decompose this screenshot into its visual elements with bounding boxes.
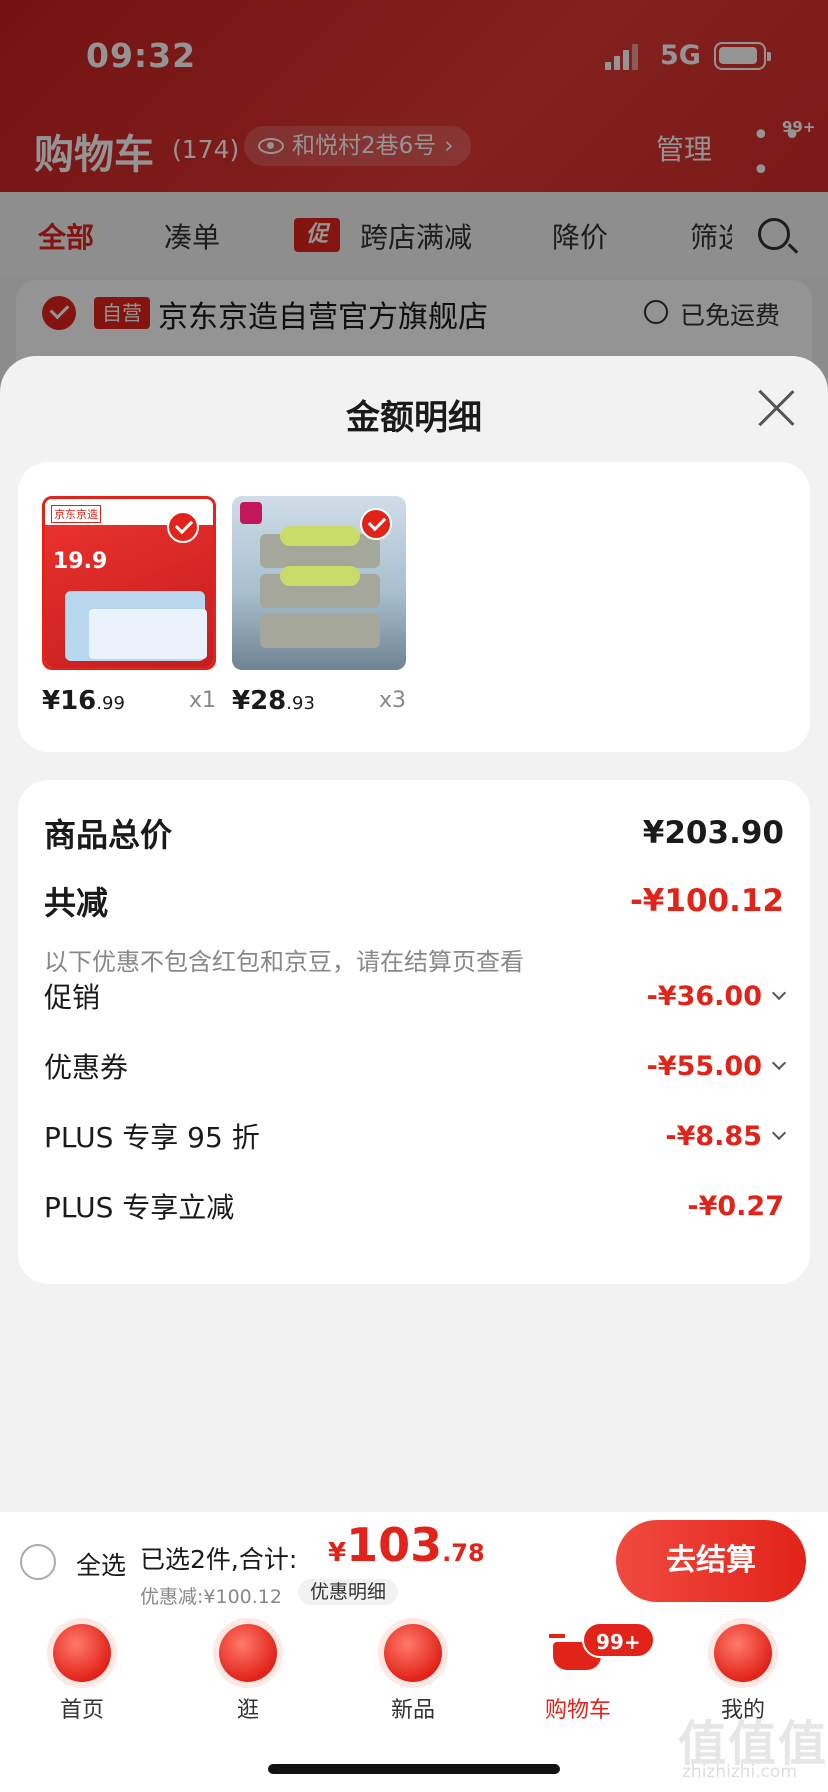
brand-logo bbox=[240, 502, 262, 524]
close-icon[interactable] bbox=[756, 388, 796, 428]
discount-detail-button[interactable]: 优惠明细 bbox=[298, 1579, 399, 1605]
profile-icon bbox=[714, 1624, 772, 1682]
chevron-down-icon bbox=[771, 1125, 787, 1141]
new-product-icon bbox=[384, 1624, 442, 1682]
browse-icon bbox=[219, 1624, 277, 1682]
product-checkbox[interactable] bbox=[360, 508, 392, 540]
sheet-title: 金额明细 bbox=[346, 398, 482, 438]
chevron-down-icon bbox=[771, 1055, 787, 1071]
home-icon bbox=[53, 1624, 111, 1682]
product-item[interactable]: ¥28.93 x3 bbox=[232, 496, 406, 716]
tab-new[interactable]: 新品 bbox=[358, 1624, 468, 1724]
discount-row-plus-direct: PLUS 专享立减 -¥0.27 bbox=[44, 1190, 784, 1225]
product-price: ¥16.99 bbox=[42, 686, 125, 716]
price-summary-card: 商品总价 ¥203.90 共减 -¥100.12 以下优惠不包含红包和京豆，请在… bbox=[18, 780, 810, 1284]
product-quantity: x1 bbox=[188, 688, 216, 713]
product-card: 京东京造 19.9 ¥16.99 x1 ¥28.93 x3 bbox=[18, 462, 810, 752]
checkout-discount: 优惠减:¥100.12 bbox=[140, 1586, 282, 1608]
product-image: 京东京造 19.9 bbox=[42, 496, 216, 670]
cart-badge: 99+ bbox=[582, 1622, 655, 1658]
checkout-total: ¥103.78 bbox=[328, 1518, 485, 1572]
product-price: ¥28.93 bbox=[232, 686, 315, 716]
discount-note: 以下优惠不包含红包和京豆，请在结算页查看 bbox=[44, 948, 524, 976]
discount-value: -¥100.12 bbox=[629, 883, 784, 919]
total-label: 商品总价 bbox=[44, 816, 173, 854]
amount-detail-sheet: 金额明细 京东京造 19.9 ¥16.99 x1 ¥28.93 x3 商品总价 … bbox=[0, 356, 828, 1512]
discount-row-plus-95[interactable]: PLUS 专享 95 折 -¥8.85 bbox=[44, 1116, 787, 1156]
discount-label: 共减 bbox=[44, 884, 109, 922]
select-all-radio[interactable] bbox=[20, 1544, 56, 1580]
total-value: ¥203.90 bbox=[642, 815, 784, 851]
home-indicator bbox=[268, 1764, 560, 1774]
tab-browse[interactable]: 逛 bbox=[193, 1624, 303, 1724]
checkout-button[interactable]: 去结算 bbox=[616, 1520, 806, 1602]
discount-row-coupon[interactable]: 优惠券 -¥55.00 bbox=[44, 1046, 787, 1086]
discount-row-promotion[interactable]: 促销 -¥36.00 bbox=[44, 976, 787, 1016]
tab-home[interactable]: 首页 bbox=[27, 1624, 137, 1724]
selected-summary: 已选2件,合计: bbox=[140, 1545, 298, 1574]
select-all-label[interactable]: 全选 bbox=[76, 1546, 126, 1582]
product-checkbox[interactable] bbox=[167, 511, 199, 543]
checkout-bar: 全选 已选2件,合计: ¥103.78 优惠减:¥100.12 优惠明细 去结算 bbox=[0, 1512, 828, 1612]
product-item[interactable]: 京东京造 19.9 ¥16.99 x1 bbox=[42, 496, 216, 716]
watermark-domain: zhizhizhi.com bbox=[682, 1762, 797, 1782]
product-quantity: x3 bbox=[378, 688, 406, 713]
product-image bbox=[232, 496, 406, 670]
brand-logo: 京东京造 bbox=[51, 505, 101, 523]
chevron-down-icon bbox=[771, 985, 787, 1001]
